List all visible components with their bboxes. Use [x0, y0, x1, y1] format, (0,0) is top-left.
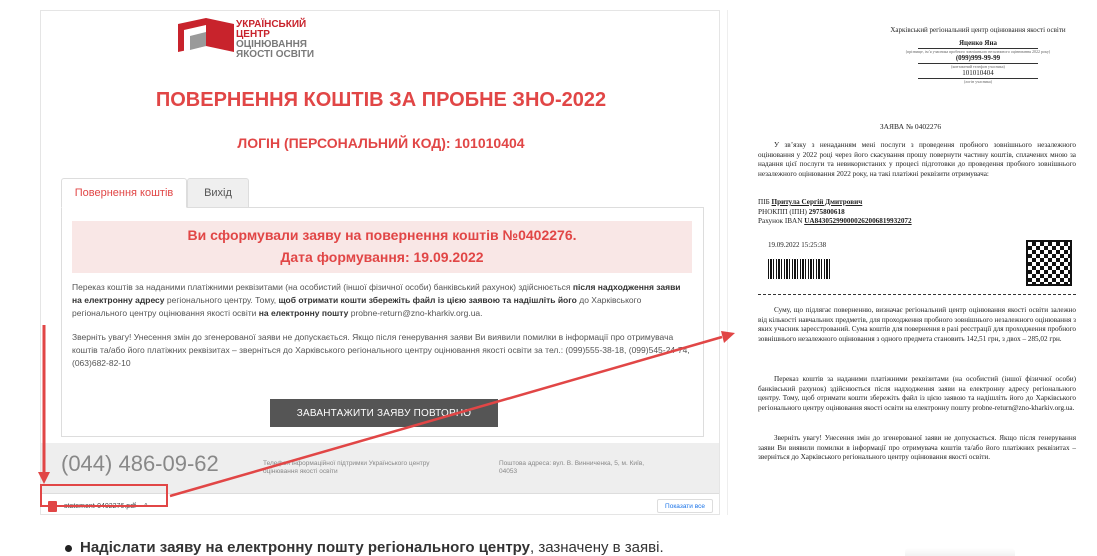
support-label: Телефон інформаційної підтримки Українсь… [263, 460, 430, 475]
refund-panel: Ви сформували заяву на повернення коштів… [61, 207, 704, 437]
barcode-icon [768, 259, 830, 279]
bullet-rest-text: , зазначену в заяві. [530, 539, 664, 556]
postal-address: Поштова адреса: вул. В. Винниченка, 5, м… [499, 460, 645, 475]
logo-line-4: ЯКОСТІ ОСВІТИ [236, 49, 315, 60]
support-phone: (044) 486-09-62 [61, 451, 219, 476]
download-highlight [40, 484, 168, 507]
statement-datetime: 19.09.2022 15:25:38 [768, 241, 827, 249]
show-all-button[interactable]: Показати все [657, 499, 713, 513]
logo-text: УКРАЇНСЬКИЙ ЦЕНТР ОЦІНЮВАННЯ ЯКОСТІ ОСВІ… [236, 20, 314, 60]
statement-paragraph-3: Переказ коштів за наданими платіжними ре… [758, 375, 1076, 412]
statement-paragraph-4: Зверніть увагу! Унесення змін до згенеро… [758, 434, 1076, 461]
statement-paragraph-1: У зв’язку з ненаданням мені послуги з пр… [758, 141, 1076, 178]
attention-info: Зверніть увагу! Унесення змін до згенеро… [72, 332, 690, 368]
success-message: Ви сформували заяву на повернення коштів… [187, 227, 577, 243]
statement-title: ЗАЯВА № 0402276 [879, 122, 942, 131]
applicant-name: Яценко Яна [918, 39, 1038, 49]
success-alert: Ви сформували заяву на повернення коштів… [72, 221, 692, 273]
qr-code-icon [1026, 240, 1072, 286]
recipient-name: Притула Сергій Дмитрович [771, 198, 863, 206]
applicant-code: 101010404 [918, 69, 1038, 79]
recipient-iban: UA843052990000262006819932072 [804, 217, 912, 225]
page-shadow [905, 548, 1015, 556]
recipient-details: ПІБ Притула Сергій Дмитрович РНОКПП (ІПН… [758, 198, 912, 225]
tab-exit[interactable]: Вихід [187, 178, 249, 208]
applicant-phone: (099)999-99-99 [918, 54, 1038, 64]
page-title: ПОВЕРНЕННЯ КОШТІВ ЗА ПРОБНЕ ЗНО-2022 [155, 89, 607, 111]
site-screenshot: УКРАЇНСЬКИЙ ЦЕНТР ОЦІНЮВАННЯ ЯКОСТІ ОСВІ… [40, 10, 720, 515]
addressee-block: Харківський регіональний центр оцінюванн… [878, 26, 1078, 84]
transfer-info: Переказ коштів за наданими платіжними ре… [72, 282, 681, 318]
recipient-tax-id: 2975800618 [808, 207, 845, 216]
formation-date: Дата формування: 19.09.2022 [280, 249, 484, 265]
code-hint: (логін учасника) [963, 79, 993, 84]
tab-refund[interactable]: Повернення коштів [61, 178, 187, 208]
login-code: ЛОГІН (ПЕРСОНАЛЬНИЙ КОД): 101010404 [237, 135, 525, 151]
cut-line [758, 294, 1076, 295]
statement-paragraph-2: Суму, що підлягає поверненню, визначає р… [758, 306, 1076, 343]
statement-document: Харківський регіональний центр оцінюванн… [727, 10, 1092, 515]
logo-icon [178, 18, 234, 52]
download-again-button[interactable]: ЗАВАНТАЖИТИ ЗАЯВУ ПОВТОРНО [270, 399, 498, 427]
ucoyo-logo: УКРАЇНСЬКИЙ ЦЕНТР ОЦІНЮВАННЯ ЯКОСТІ ОСВІ… [176, 16, 336, 71]
bullet-dot [65, 544, 72, 552]
instruction-bullet: Надіслати заяву на електронну пошту регі… [65, 539, 664, 556]
bullet-bold-text: Надіслати заяву на електронну пошту регі… [80, 539, 530, 556]
center-name: Харківський регіональний центр оцінюванн… [890, 26, 1066, 34]
